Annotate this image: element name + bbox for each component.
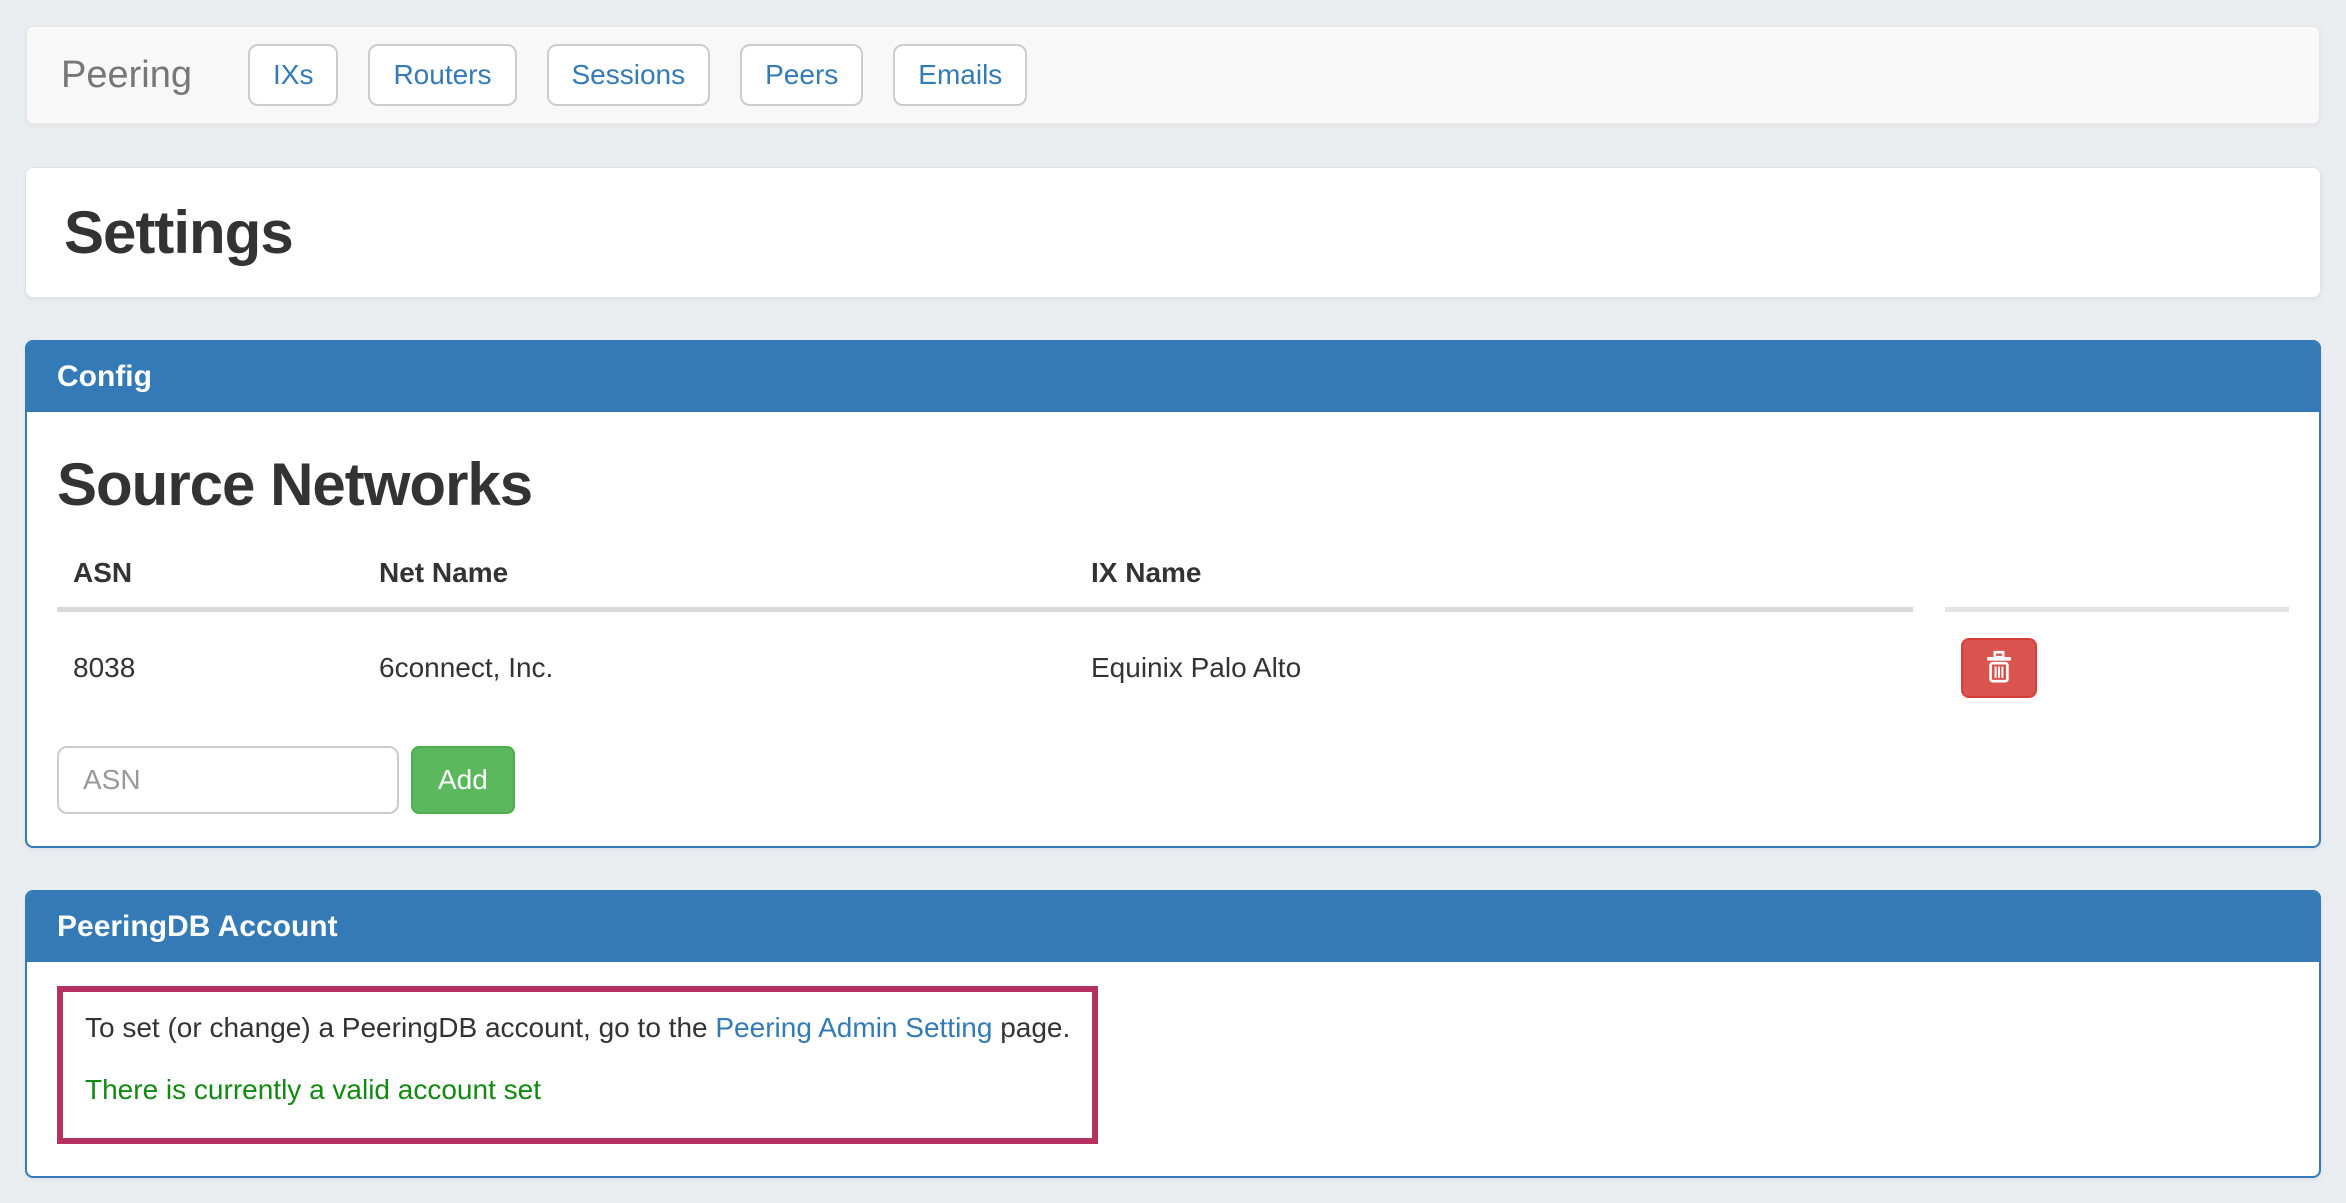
nav-button-ixs[interactable]: IXs xyxy=(248,44,338,106)
cell-actions xyxy=(1945,612,2289,724)
nav-button-peers[interactable]: Peers xyxy=(740,44,863,106)
account-status-message: There is currently a valid account set xyxy=(85,1070,1070,1110)
page-title: Settings xyxy=(64,198,2282,267)
add-network-form: Add xyxy=(57,746,2289,814)
column-header-netname: Net Name xyxy=(363,541,1075,612)
peering-admin-setting-link[interactable]: Peering Admin Setting xyxy=(715,1012,992,1043)
delete-network-button[interactable] xyxy=(1961,638,2037,698)
info-text-suffix: page. xyxy=(992,1012,1070,1043)
info-text-prefix: To set (or change) a PeeringDB account, … xyxy=(85,1012,715,1043)
navbar-brand: Peering xyxy=(61,54,192,97)
column-header-actions xyxy=(1945,541,2289,612)
highlight-annotation-box: To set (or change) a PeeringDB account, … xyxy=(57,986,1098,1144)
column-header-ixname: IX Name xyxy=(1075,541,1913,612)
cell-asn: 8038 xyxy=(57,612,363,724)
config-panel: Config Source Networks ASN Net Name IX N… xyxy=(25,340,2321,848)
peeringdb-panel-header: PeeringDB Account xyxy=(27,892,2319,962)
settings-title-panel: Settings xyxy=(25,167,2321,298)
config-panel-body: Source Networks ASN Net Name IX Name xyxy=(27,412,2319,846)
config-panel-header: Config xyxy=(27,342,2319,412)
asn-input[interactable] xyxy=(57,746,399,814)
nav-button-emails[interactable]: Emails xyxy=(893,44,1027,106)
nav-button-sessions[interactable]: Sessions xyxy=(547,44,711,106)
table-header-row: ASN Net Name IX Name xyxy=(57,541,2289,612)
peering-navbar: Peering IXs Routers Sessions Peers Email… xyxy=(25,25,2321,125)
cell-spacer xyxy=(1913,612,1945,724)
table-row: 8038 6connect, Inc. Equinix Palo Alto xyxy=(57,612,2289,724)
column-header-asn: ASN xyxy=(57,541,363,612)
source-networks-table: ASN Net Name IX Name 8038 6connect, Inc.… xyxy=(57,541,2289,724)
peeringdb-panel-body: To set (or change) a PeeringDB account, … xyxy=(27,962,2319,1176)
column-spacer xyxy=(1913,541,1945,612)
peeringdb-info-line: To set (or change) a PeeringDB account, … xyxy=(85,1008,1070,1048)
add-button[interactable]: Add xyxy=(411,746,515,814)
peeringdb-panel: PeeringDB Account To set (or change) a P… xyxy=(25,890,2321,1178)
page-container: Peering IXs Routers Sessions Peers Email… xyxy=(0,0,2346,1203)
nav-button-routers[interactable]: Routers xyxy=(368,44,516,106)
trash-icon xyxy=(1984,650,2014,687)
cell-netname: 6connect, Inc. xyxy=(363,612,1075,724)
source-networks-heading: Source Networks xyxy=(57,450,2289,519)
cell-ixname: Equinix Palo Alto xyxy=(1075,612,1913,724)
